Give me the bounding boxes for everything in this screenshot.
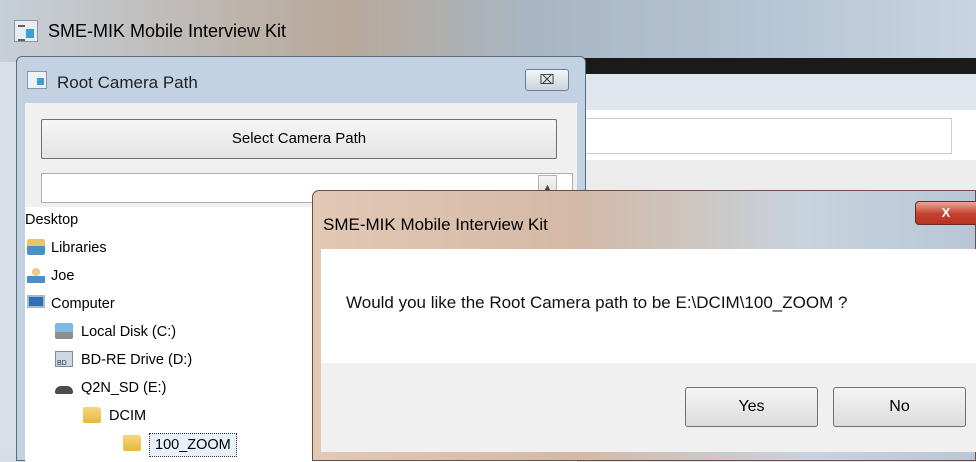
- message-box-title: SME-MIK Mobile Interview Kit: [323, 215, 548, 234]
- tree-item-label: DCIM: [109, 408, 147, 424]
- bd-drive-icon: [55, 351, 73, 375]
- main-window-header-band: [570, 74, 976, 110]
- tree-item-label: BD-RE Drive (D:): [81, 352, 193, 368]
- main-window-title: SME-MIK Mobile Interview Kit: [48, 21, 287, 41]
- main-window-titlebar[interactable]: SME-MIK Mobile Interview Kit: [0, 0, 976, 62]
- select-camera-path-button[interactable]: Select Camera Path: [41, 119, 557, 159]
- tree-item-label-selected: 100_ZOOM: [149, 433, 237, 457]
- close-icon: ⌧: [539, 72, 555, 87]
- app-icon: [14, 20, 38, 42]
- message-text: Would you like the Root Camera path to b…: [346, 293, 848, 312]
- dialog-app-icon: [27, 71, 47, 89]
- root-camera-path-close-button[interactable]: ⌧: [525, 69, 569, 91]
- removable-drive-icon: [55, 386, 73, 394]
- yes-button[interactable]: Yes: [685, 387, 818, 427]
- message-box-body: Would you like the Root Camera path to b…: [321, 249, 976, 363]
- main-window-bottom-edge: [0, 446, 16, 461]
- libraries-icon: [27, 239, 45, 255]
- folder-icon: [83, 407, 101, 423]
- confirm-message-box: SME-MIK Mobile Interview Kit X Would you…: [312, 190, 976, 461]
- tree-item-label: Computer: [51, 296, 115, 312]
- close-icon: X: [941, 205, 951, 220]
- tree-item-label: Desktop: [25, 212, 79, 228]
- tree-item-label: Joe: [51, 268, 75, 284]
- message-box-footer: Yes No: [321, 363, 976, 452]
- local-disk-icon: [55, 323, 73, 339]
- root-camera-path-title: Root Camera Path: [57, 73, 198, 92]
- main-window-toolbar-strip: [570, 58, 976, 74]
- message-box-close-button[interactable]: X: [915, 201, 976, 225]
- no-button[interactable]: No: [833, 387, 966, 427]
- tree-item-label: Local Disk (C:): [81, 324, 177, 340]
- root-camera-path-titlebar[interactable]: Root Camera Path ⌧: [17, 57, 585, 103]
- user-icon: [27, 267, 45, 283]
- main-window-text-field[interactable]: [580, 118, 952, 154]
- tree-item-label: Libraries: [51, 240, 107, 256]
- tree-item-label: Q2N_SD (E:): [81, 380, 167, 396]
- folder-icon: [123, 435, 141, 451]
- computer-icon: [27, 295, 45, 308]
